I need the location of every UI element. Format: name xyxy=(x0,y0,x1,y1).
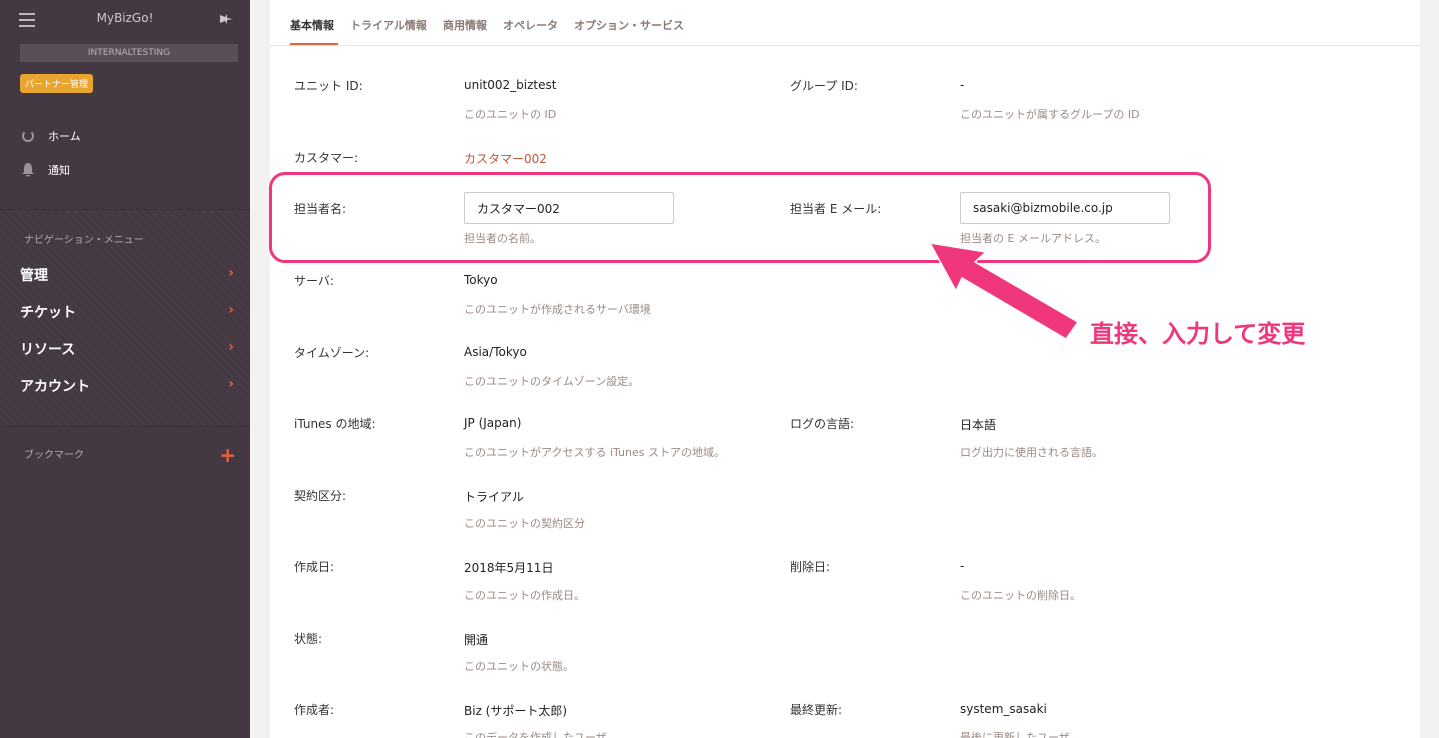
annotation-arrow-icon xyxy=(928,242,1080,340)
annotation-text: 直接、入力して変更 xyxy=(1090,320,1306,348)
